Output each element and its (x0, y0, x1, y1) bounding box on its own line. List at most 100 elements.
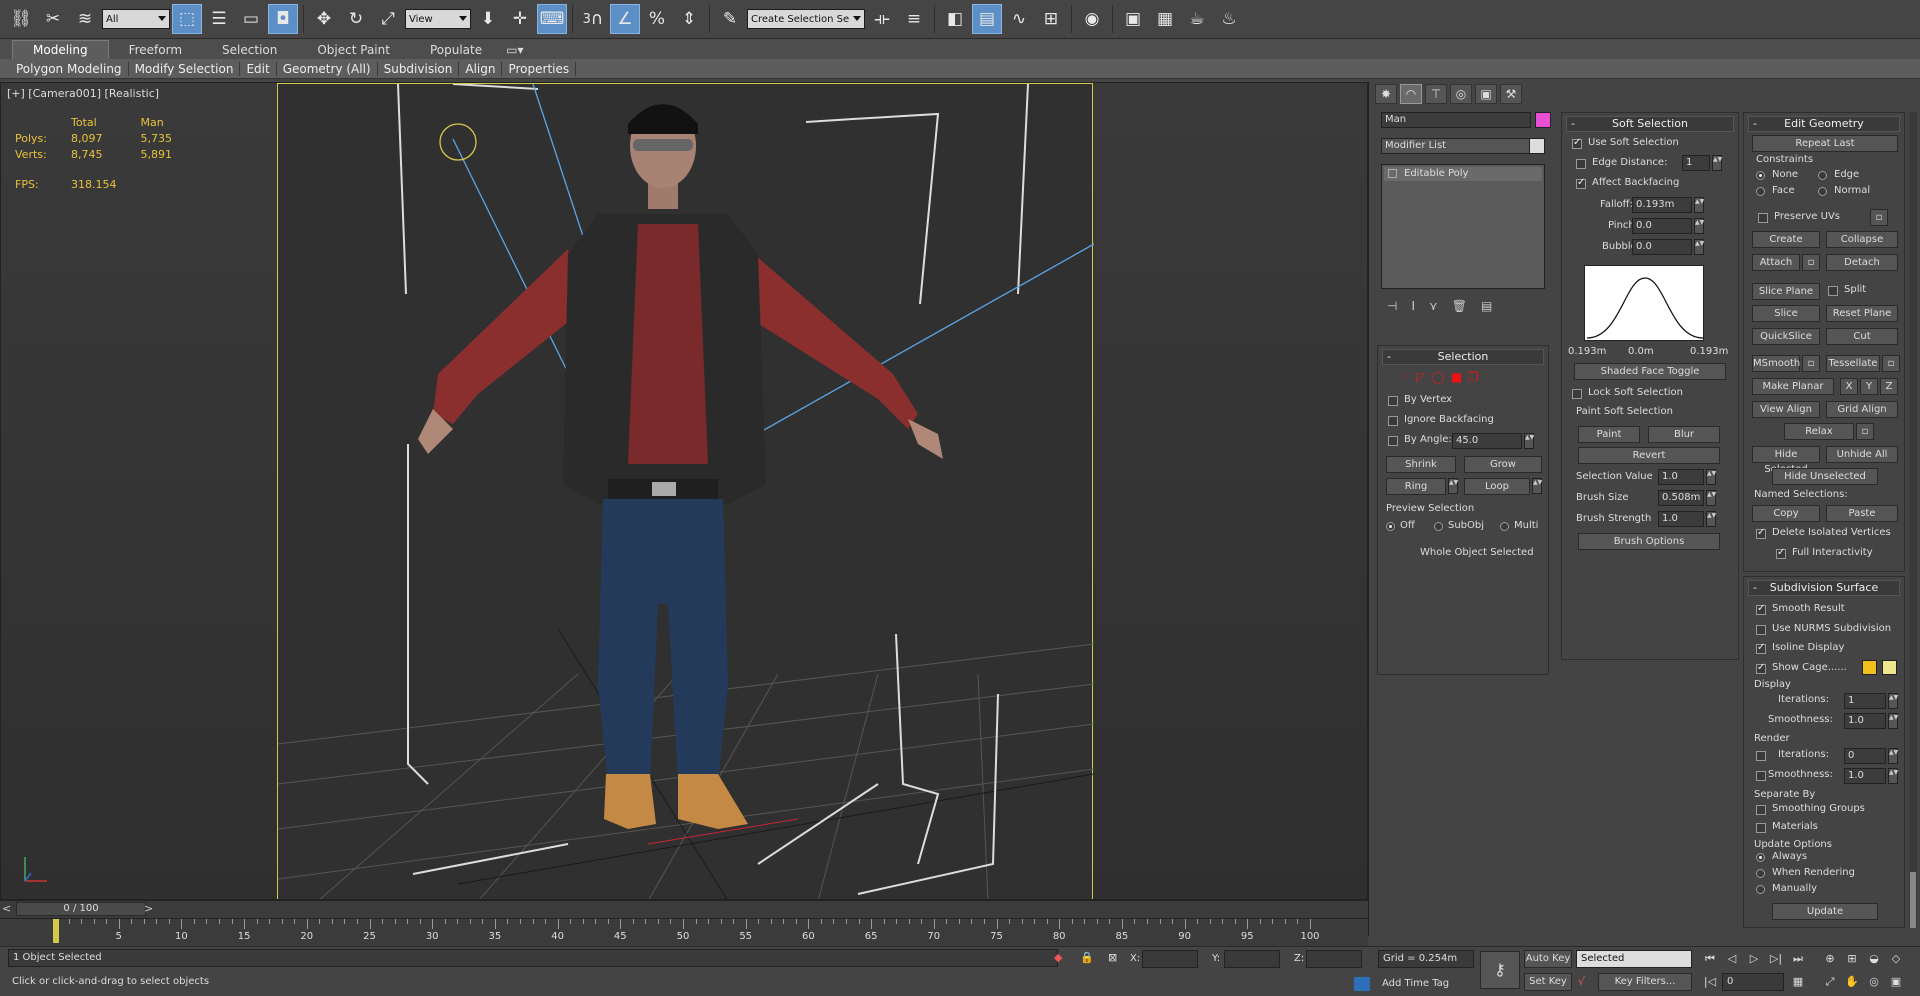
selection-value-spinner[interactable]: ▲▼ (1706, 469, 1716, 485)
edge-mode-icon[interactable]: ◸ (1416, 370, 1425, 384)
reset-plane-button[interactable]: Reset Plane (1826, 305, 1898, 322)
pinch-field[interactable]: 0.0 (1632, 218, 1692, 234)
render-frame-icon[interactable]: ▦ (1150, 4, 1180, 34)
utilities-tab-icon[interactable]: ⚒ (1500, 84, 1522, 104)
edit-geometry-header[interactable]: - Edit Geometry (1748, 116, 1900, 132)
tab-modeling[interactable]: Modeling (12, 40, 109, 59)
create-tab-icon[interactable]: ✸ (1375, 84, 1397, 104)
display-iterations-field[interactable]: 1 (1844, 693, 1886, 709)
hide-selected-button[interactable]: Hide Selected (1752, 446, 1820, 475)
ribbon-polygon-modeling[interactable]: Polygon Modeling (10, 61, 129, 76)
set-key-button[interactable]: Set Key (1524, 973, 1572, 991)
render-smoothness-field[interactable]: 1.0 (1844, 768, 1886, 784)
edge-distance-field[interactable]: 1 (1682, 155, 1710, 171)
quickslice-button[interactable]: QuickSlice (1752, 328, 1820, 345)
show-cage-checkbox[interactable] (1756, 662, 1766, 674)
select-manipulate-icon[interactable]: ✛ (505, 4, 535, 34)
modify-tab-icon[interactable]: ◠ (1400, 84, 1422, 104)
character-model[interactable] (418, 104, 943, 829)
scale-icon[interactable]: ⤢ (373, 4, 403, 34)
tab-selection[interactable]: Selection (202, 41, 297, 59)
falloff-spinner[interactable]: ▲▼ (1694, 197, 1704, 213)
select-by-name-icon[interactable]: ☰ (204, 4, 234, 34)
subdivision-surface-header[interactable]: - Subdivision Surface (1748, 580, 1900, 596)
vertex-mode-icon[interactable]: ⁖ (1403, 370, 1410, 384)
motion-tab-icon[interactable]: ◎ (1450, 84, 1472, 104)
element-mode-icon[interactable]: ❒ (1468, 370, 1479, 384)
ignore-backfacing-checkbox[interactable] (1388, 416, 1398, 426)
configure-sets-icon[interactable]: ▤ (1481, 299, 1492, 313)
scene-explorer-icon[interactable]: ▤ (972, 4, 1002, 34)
ribbon-options-icon[interactable]: ▭▾ (502, 41, 527, 59)
keyboard-shortcut-icon[interactable]: ⌨ (537, 4, 567, 34)
lock-soft-selection-checkbox[interactable] (1572, 389, 1582, 399)
by-angle-checkbox[interactable] (1388, 436, 1398, 446)
render-smoothness-checkbox[interactable] (1756, 771, 1766, 781)
attach-button[interactable]: Attach (1752, 254, 1800, 271)
key-filters-button[interactable]: Key Filters... (1598, 973, 1692, 991)
maximize-viewport-icon[interactable]: ▣ (1886, 973, 1906, 991)
use-soft-selection-checkbox[interactable] (1572, 137, 1582, 149)
x-coord-field[interactable] (1142, 950, 1198, 968)
rotate-icon[interactable]: ↻ (341, 4, 371, 34)
window-crossing-icon[interactable]: ◘ (268, 4, 298, 34)
ribbon-align[interactable]: Align (459, 61, 503, 76)
brush-strength-field[interactable]: 1.0 (1658, 511, 1704, 527)
shaded-face-toggle-button[interactable]: Shaded Face Toggle (1574, 363, 1726, 380)
constraint-none-radio[interactable] (1756, 171, 1765, 180)
ribbon-subdivision[interactable]: Subdivision (378, 61, 460, 76)
isolate-icon[interactable]: ◆ (1054, 951, 1062, 964)
slice-button[interactable]: Slice (1752, 305, 1820, 322)
material-editor-icon[interactable]: ◉ (1077, 4, 1107, 34)
angle-snap-icon[interactable]: ∠ (610, 4, 640, 34)
object-name-field[interactable]: Man (1381, 112, 1531, 128)
create-button[interactable]: Create (1752, 231, 1820, 248)
key-tangent-icon[interactable]: √ (1578, 975, 1585, 988)
paint-button[interactable]: Paint (1578, 426, 1640, 443)
unlink-icon[interactable]: ✂ (38, 4, 68, 34)
tessellate-settings-icon[interactable]: ▫ (1882, 355, 1900, 372)
display-iterations-spinner[interactable]: ▲▼ (1888, 693, 1898, 709)
make-unique-icon[interactable]: ⋎ (1429, 299, 1438, 313)
msmooth-settings-icon[interactable]: ▫ (1802, 355, 1820, 372)
snap-icon[interactable]: 3 ∩ (578, 4, 608, 34)
mirror-icon[interactable]: ⟛ (867, 4, 897, 34)
viewport-label[interactable]: [+] [Camera001] [Realistic] (7, 87, 159, 100)
grid-align-button[interactable]: Grid Align (1826, 401, 1898, 418)
polygon-mode-icon[interactable]: ■ (1451, 370, 1462, 384)
schematic-icon[interactable]: ⊞ (1036, 4, 1066, 34)
zoom-icon[interactable]: ⊕ (1820, 950, 1840, 968)
loop-button[interactable]: Loop (1464, 478, 1530, 495)
lock-selection-icon[interactable]: 🔒 (1080, 951, 1094, 964)
shrink-button[interactable]: Shrink (1386, 456, 1456, 473)
collapse-button[interactable]: Collapse (1826, 231, 1898, 248)
hide-unselected-button[interactable]: Hide Unselected (1772, 468, 1878, 485)
play-icon[interactable]: ▷ (1744, 950, 1764, 968)
brush-options-button[interactable]: Brush Options (1578, 533, 1720, 550)
tab-populate[interactable]: Populate (410, 41, 502, 59)
modifier-list-arrow-icon[interactable] (1529, 138, 1545, 154)
time-cursor[interactable] (53, 919, 59, 943)
constraint-normal-radio[interactable] (1818, 187, 1827, 196)
ring-spinner[interactable]: ▲▼ (1448, 478, 1458, 494)
prev-frame-icon[interactable]: ◁ (1722, 950, 1742, 968)
percent-snap-icon[interactable]: % (642, 4, 672, 34)
update-always-radio[interactable] (1756, 853, 1765, 862)
field-of-view-icon[interactable]: ◇ (1886, 950, 1906, 968)
planar-y-button[interactable]: Y (1860, 378, 1878, 395)
layer-icon[interactable]: ◧ (940, 4, 970, 34)
soft-selection-header[interactable]: - Soft Selection (1566, 116, 1734, 132)
repeat-last-button[interactable]: Repeat Last (1752, 135, 1898, 152)
add-time-tag-icon[interactable] (1354, 977, 1370, 991)
y-coord-field[interactable] (1224, 950, 1280, 968)
affect-backfacing-checkbox[interactable] (1576, 177, 1586, 189)
move-icon[interactable]: ✥ (309, 4, 339, 34)
cage-color-swatch[interactable] (1862, 660, 1877, 675)
preview-off-radio[interactable] (1386, 522, 1395, 531)
time-config-icon[interactable]: ▦ (1788, 973, 1808, 991)
slice-plane-button[interactable]: Slice Plane (1752, 283, 1820, 300)
time-prev-icon[interactable]: < (2, 902, 11, 915)
track-bar[interactable]: 0510152025303540455055606570758085909510… (0, 918, 1368, 946)
delete-isolated-checkbox[interactable] (1756, 527, 1766, 539)
render-icon[interactable]: ☕ (1182, 4, 1212, 34)
